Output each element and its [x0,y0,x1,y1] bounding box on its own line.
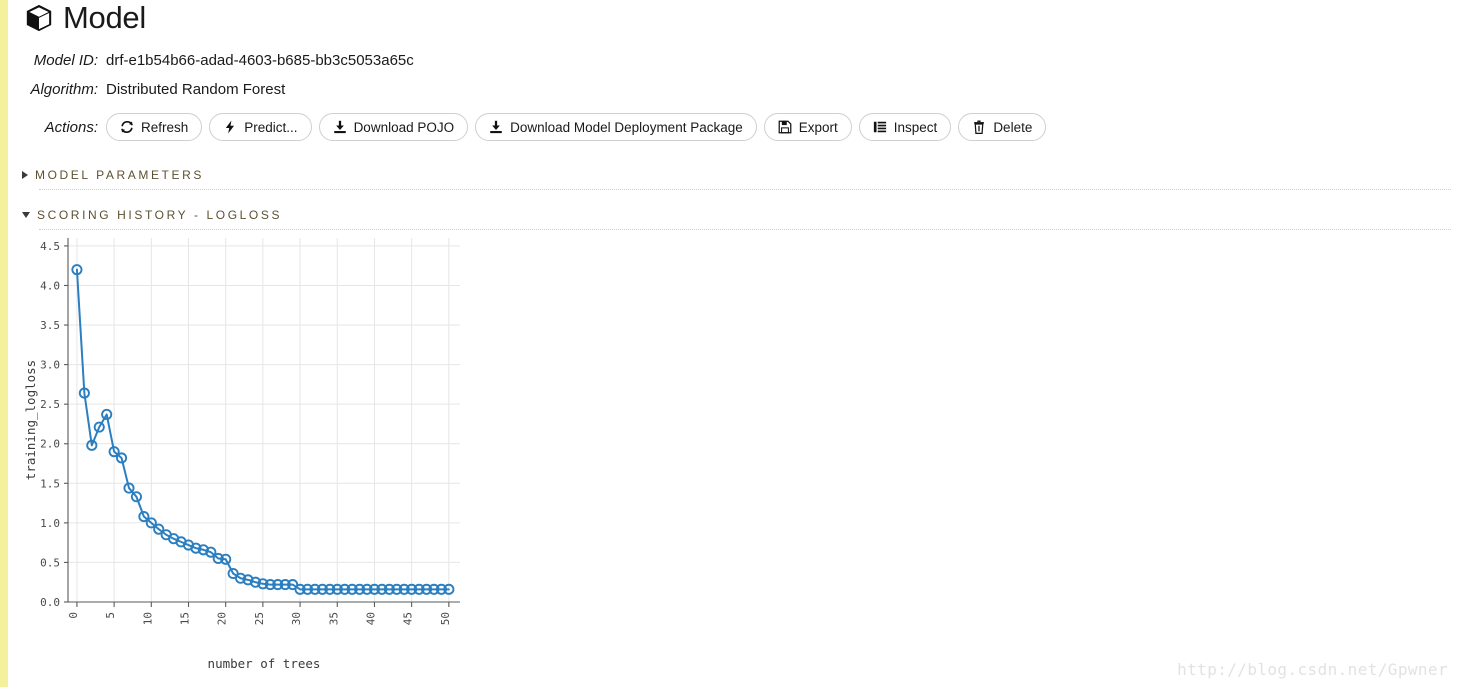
section-model-parameters-toggle[interactable]: MODEL PARAMETERS [22,166,1452,184]
section-model-parameters-title: MODEL PARAMETERS [35,168,204,182]
section-scoring-history-title: SCORING HISTORY - LOGLOSS [37,208,283,222]
download-mojo-button-label: Download Model Deployment Package [510,119,743,135]
section-scoring-history: SCORING HISTORY - LOGLOSS [22,206,1452,230]
actions-label: Actions: [44,118,98,136]
triangle-down-icon [22,212,30,218]
svg-text:45: 45 [402,612,415,625]
svg-text:3.0: 3.0 [40,359,60,372]
inspect-button-label: Inspect [893,119,938,135]
model-id-value: drf-e1b54b66-adad-4603-b685-bb3c5053a65c [106,52,414,69]
svg-text:2.5: 2.5 [40,398,60,411]
svg-text:4.0: 4.0 [40,279,60,292]
trash-icon [972,120,986,134]
svg-text:0: 0 [67,612,80,619]
svg-text:25: 25 [253,612,266,625]
download-icon [333,120,347,134]
page-title: Model [63,0,146,35]
svg-text:3.5: 3.5 [40,319,60,332]
download-mojo-button[interactable]: Download Model Deployment Package [475,113,757,141]
delete-button[interactable]: Delete [958,113,1047,141]
svg-text:40: 40 [364,612,377,625]
svg-text:number of trees: number of trees [208,656,321,671]
predict-button[interactable]: Predict... [209,113,312,141]
model-meta: Model ID: drf-e1b54b66-adad-4603-b685-bb… [8,52,1208,144]
refresh-button[interactable]: Refresh [106,113,203,141]
download-pojo-button-label: Download POJO [353,119,455,135]
predict-button-label: Predict... [244,119,298,135]
svg-text:1.5: 1.5 [40,477,60,490]
svg-text:5: 5 [104,612,117,619]
cube-icon [24,3,54,33]
watermark: http://blog.csdn.net/Gpwner [1177,660,1448,679]
logloss-line-chart: 0.0 0.5 1.0 1.5 2.0 2.5 3.0 3.5 4.0 4.5 0 5 10 15 20 25… [23,238,460,671]
svg-text:0.5: 0.5 [40,556,60,569]
left-accent-strip [0,0,8,687]
bolt-icon [223,120,237,134]
svg-text:0.0: 0.0 [40,596,60,609]
page-root: Model Model ID: drf-e1b54b66-adad-4603-b… [0,0,1458,687]
model-id-label: Model ID: [33,52,98,69]
action-button-group: Refresh Predict... Download POJO Downloa… [106,113,1047,141]
list-icon [873,120,887,134]
algorithm-label: Algorithm: [30,81,98,98]
actions-row: Actions: Refresh Predict... Download POJ… [8,110,1208,144]
svg-text:training_logloss: training_logloss [23,360,38,480]
svg-text:10: 10 [141,612,154,625]
refresh-icon [120,120,134,134]
export-button[interactable]: Export [763,113,852,141]
svg-text:15: 15 [179,612,192,625]
triangle-right-icon [22,171,28,179]
inspect-button[interactable]: Inspect [858,113,952,141]
svg-text:30: 30 [290,612,303,625]
delete-button-label: Delete [993,119,1033,135]
page-content: Model Model ID: drf-e1b54b66-adad-4603-b… [8,0,1458,687]
page-header: Model [24,2,146,33]
section-model-parameters-divider [39,189,1451,190]
section-model-parameters: MODEL PARAMETERS [22,166,1452,190]
floppy-disk-icon [778,120,792,134]
svg-text:20: 20 [216,612,229,625]
svg-text:35: 35 [327,612,340,625]
svg-text:2.0: 2.0 [40,438,60,451]
export-button-label: Export [798,119,838,135]
scoring-history-chart: 0.0 0.5 1.0 1.5 2.0 2.5 3.0 3.5 4.0 4.5 0 5 10 15 20 25… [22,228,492,678]
refresh-button-label: Refresh [141,119,189,135]
svg-text:1.0: 1.0 [40,517,60,530]
download-pojo-button[interactable]: Download POJO [318,113,469,141]
model-id-row: Model ID: drf-e1b54b66-adad-4603-b685-bb… [8,52,1208,81]
algorithm-row: Algorithm: Distributed Random Forest [8,81,1208,110]
svg-text:4.5: 4.5 [40,240,60,253]
algorithm-value: Distributed Random Forest [106,81,286,98]
download-icon [489,120,503,134]
svg-text:50: 50 [439,612,452,625]
section-scoring-history-toggle[interactable]: SCORING HISTORY - LOGLOSS [22,206,1452,224]
